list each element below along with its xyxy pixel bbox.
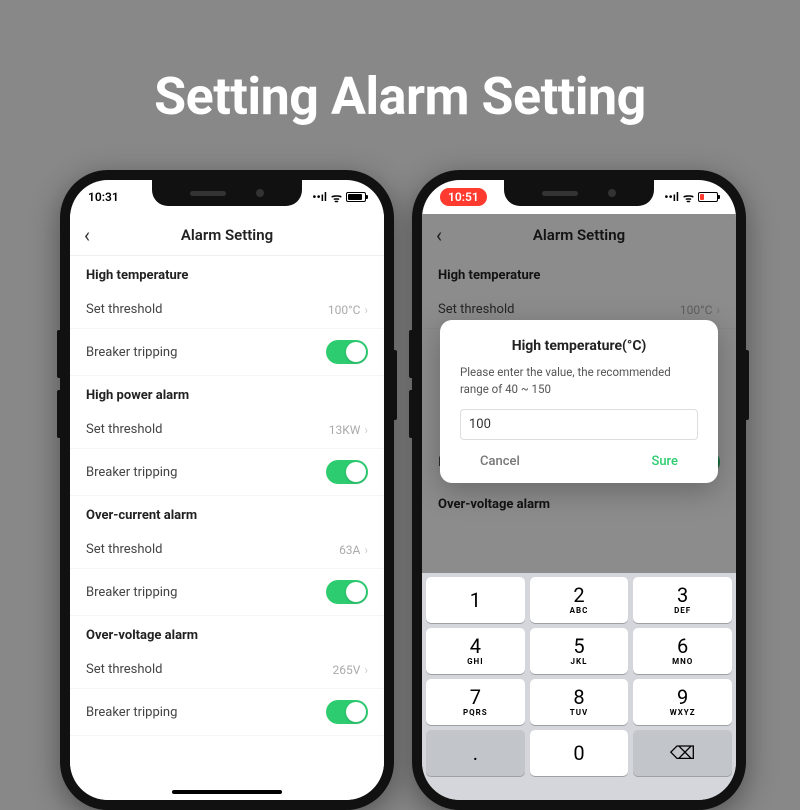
breaker-row[interactable]: Breaker tripping <box>70 569 384 616</box>
key-4[interactable]: 4GHI <box>426 628 525 674</box>
row-label: Set threshold <box>86 662 162 677</box>
key-0[interactable]: 0 <box>530 730 629 776</box>
row-label: Breaker tripping <box>86 345 177 360</box>
row-label: Set threshold <box>86 542 162 557</box>
section-header: High power alarm <box>70 376 384 411</box>
key-1[interactable]: 1 <box>426 577 525 623</box>
row-label: Set threshold <box>86 422 162 437</box>
notch <box>152 180 302 206</box>
section-header: Over-voltage alarm <box>70 616 384 651</box>
key-3[interactable]: 3DEF <box>633 577 732 623</box>
back-button[interactable]: ‹ <box>84 223 90 247</box>
signal-icon: ••ıl <box>312 190 327 204</box>
row-value: 63A› <box>339 543 368 557</box>
numeric-keypad: 12ABC3DEF 4GHI5JKL6MNO 7PQRS8TUV9WXYZ.0 ⌫ <box>422 573 736 800</box>
threshold-input[interactable] <box>460 409 698 440</box>
wifi-icon: ᯤ <box>331 189 342 206</box>
battery-icon <box>346 192 366 202</box>
breaker-toggle[interactable] <box>326 700 368 724</box>
breaker-toggle[interactable] <box>326 340 368 364</box>
key-8[interactable]: 8TUV <box>530 679 629 725</box>
threshold-row[interactable]: Set threshold 13KW› <box>70 411 384 449</box>
breaker-row[interactable]: Breaker tripping <box>70 449 384 496</box>
chevron-right-icon: › <box>364 543 368 557</box>
row-label: Breaker tripping <box>86 705 177 720</box>
marketing-heading: Setting Alarm Setting <box>0 66 800 127</box>
settings-list[interactable]: High temperature Set threshold 100°C› Break… <box>70 256 384 800</box>
section-header: Over-current alarm <box>70 496 384 531</box>
chevron-right-icon: › <box>364 663 368 677</box>
row-value: 100°C› <box>328 303 368 317</box>
threshold-row[interactable]: Set threshold 63A› <box>70 531 384 569</box>
nav-bar: ‹ Alarm Setting <box>70 214 384 256</box>
phone-mockup-left: 10:31 ••ıl ᯤ ‹ Alarm Setting High temper… <box>60 170 394 810</box>
dialog-title: High temperature(°C) <box>460 338 698 354</box>
row-value: 13KW› <box>329 423 368 437</box>
section-header: High temperature <box>70 256 384 291</box>
chevron-right-icon: › <box>364 303 368 317</box>
key-5[interactable]: 5JKL <box>530 628 629 674</box>
cancel-button[interactable]: Cancel <box>480 454 520 469</box>
breaker-row[interactable]: Breaker tripping <box>70 329 384 376</box>
home-indicator[interactable] <box>172 790 282 794</box>
row-label: Breaker tripping <box>86 585 177 600</box>
key-7[interactable]: 7PQRS <box>426 679 525 725</box>
backspace-icon: ⌫ <box>670 743 695 764</box>
threshold-row[interactable]: Set threshold 265V› <box>70 651 384 689</box>
key-9[interactable]: 9WXYZ <box>633 679 732 725</box>
key-2[interactable]: 2ABC <box>530 577 629 623</box>
sure-button[interactable]: Sure <box>651 454 678 469</box>
threshold-row[interactable]: Set threshold 100°C› <box>70 291 384 329</box>
backspace-key[interactable]: ⌫ <box>633 730 732 776</box>
row-label: Set threshold <box>86 302 162 317</box>
page-title: Alarm Setting <box>181 226 273 244</box>
status-time: 10:31 <box>88 190 119 204</box>
breaker-toggle[interactable] <box>326 460 368 484</box>
row-value: 265V› <box>333 663 368 677</box>
chevron-right-icon: › <box>364 423 368 437</box>
key-6[interactable]: 6MNO <box>633 628 732 674</box>
modal-overlay[interactable]: High temperature(°C) Please enter the va… <box>422 180 736 800</box>
threshold-dialog: High temperature(°C) Please enter the va… <box>440 320 718 483</box>
phone-mockup-right: 10:51 ••ıl ᯤ ‹ Alarm Setting High temper… <box>412 170 746 810</box>
row-label: Breaker tripping <box>86 465 177 480</box>
dialog-message: Please enter the value, the recommended … <box>460 364 698 397</box>
breaker-row[interactable]: Breaker tripping <box>70 689 384 736</box>
key-.[interactable]: . <box>426 730 525 776</box>
breaker-toggle[interactable] <box>326 580 368 604</box>
